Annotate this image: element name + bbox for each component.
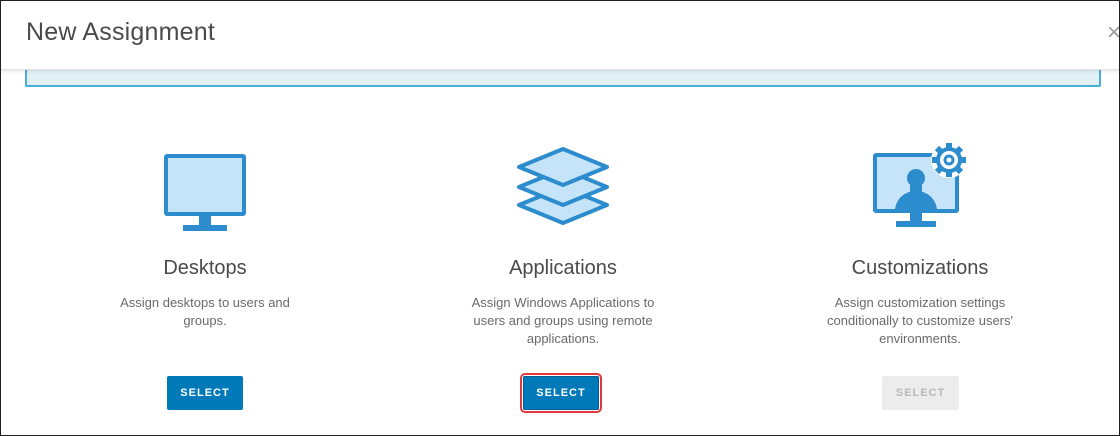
applications-card-description: Assign Windows Applications to users and… xyxy=(471,295,655,346)
desktops-select-button[interactable]: SELECT xyxy=(167,376,243,410)
applications-select-button[interactable]: SELECT xyxy=(520,373,602,413)
customizations-select-button: SELECT xyxy=(882,376,959,410)
desktops-card: Desktops Assign desktops to users and gr… xyxy=(55,141,355,330)
desktops-card-title: Desktops xyxy=(163,257,247,279)
modal-header: New Assignment × xyxy=(1,1,1119,70)
applications-card-title: Applications xyxy=(509,257,617,279)
customizations-card-description: Assign customization settings conditiona… xyxy=(826,295,1013,346)
layers-stack-icon xyxy=(413,141,713,233)
customizations-card-title: Customizations xyxy=(851,257,989,279)
close-icon[interactable]: × xyxy=(1107,19,1119,47)
modal-title: New Assignment xyxy=(26,18,215,46)
applications-card: Applications Assign Windows Applications… xyxy=(413,141,713,348)
desktop-monitor-icon xyxy=(55,141,355,233)
user-settings-monitor-icon xyxy=(770,141,1070,233)
desktops-card-description: Assign desktops to users and groups. xyxy=(120,295,290,328)
new-assignment-modal: New Assignment × Desktops Assign desktop… xyxy=(0,0,1120,436)
customizations-card: Customizations Assign customization sett… xyxy=(770,141,1070,348)
